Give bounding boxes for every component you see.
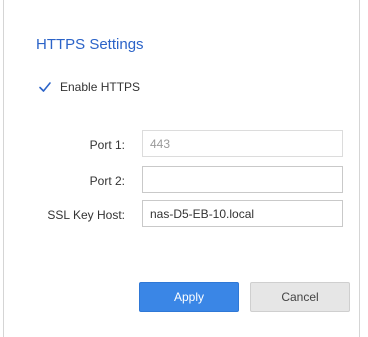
ssl-key-host-input[interactable] [142, 200, 343, 227]
check-icon [39, 82, 51, 92]
enable-https-label: Enable HTTPS [60, 80, 141, 94]
apply-button[interactable]: Apply [139, 282, 239, 312]
port1-label: Port 1: [89, 138, 125, 152]
page-title: HTTPS Settings [36, 36, 144, 53]
https-settings-panel: HTTPS Settings Enable HTTPS Port 1: Port… [3, 0, 360, 337]
ssl-key-host-label: SSL Key Host: [47, 208, 125, 222]
port1-input[interactable] [142, 130, 343, 157]
port2-label: Port 2: [89, 174, 125, 188]
enable-https-checkbox[interactable]: Enable HTTPS [38, 80, 140, 94]
cancel-button[interactable]: Cancel [250, 282, 350, 312]
port2-input[interactable] [142, 166, 343, 193]
